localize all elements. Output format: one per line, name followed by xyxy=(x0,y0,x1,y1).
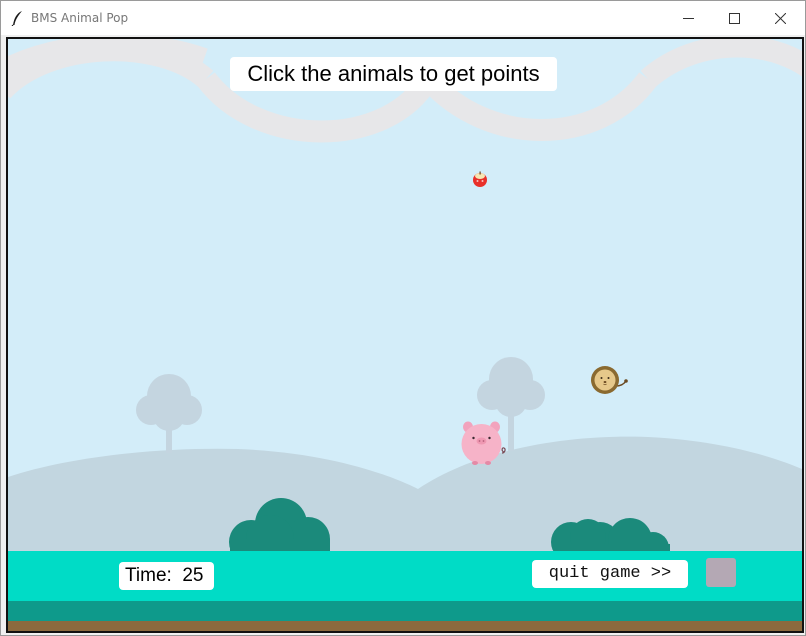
maximize-icon xyxy=(728,12,740,24)
app-window: BMS Animal Pop Click the animals to get … xyxy=(0,0,806,636)
window-title: BMS Animal Pop xyxy=(31,11,129,25)
close-button[interactable] xyxy=(757,1,803,35)
minimize-button[interactable] xyxy=(665,1,711,35)
instruction-banner: Click the animals to get points xyxy=(230,57,557,91)
dirt-strip xyxy=(8,621,802,631)
title-bar[interactable]: BMS Animal Pop xyxy=(1,1,805,35)
game-canvas[interactable]: Click the animals to get points Time: 25… xyxy=(6,37,804,633)
feather-icon xyxy=(11,11,22,26)
ground-mid xyxy=(8,601,802,621)
lion-animal[interactable] xyxy=(589,364,629,396)
apple-animal[interactable] xyxy=(471,170,489,188)
quit-game-button[interactable]: quit game >> xyxy=(532,560,688,588)
pig-animal[interactable] xyxy=(460,419,510,467)
gray-square-button[interactable] xyxy=(706,558,736,587)
close-icon xyxy=(774,12,786,24)
minimize-icon xyxy=(682,17,694,19)
timer-display: Time: 25 xyxy=(119,562,214,590)
game-background xyxy=(8,39,802,631)
maximize-button[interactable] xyxy=(711,1,757,35)
